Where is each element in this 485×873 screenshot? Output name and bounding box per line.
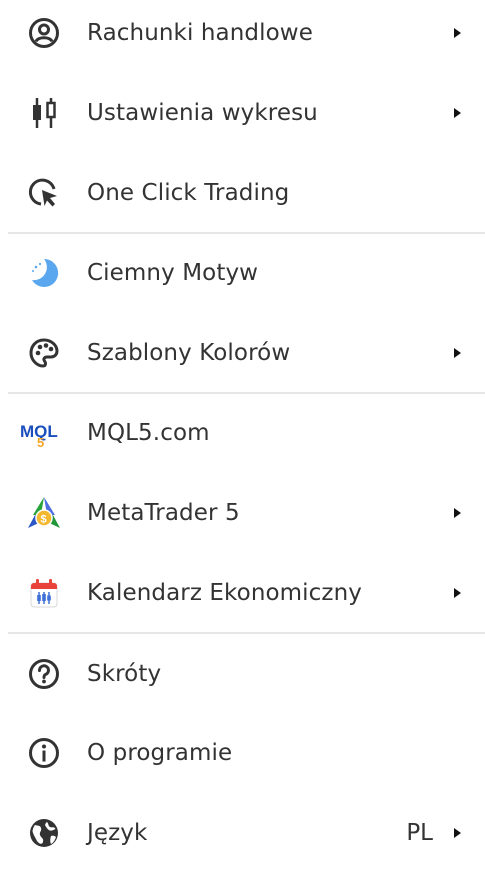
menu-item-label: MetaTrader 5 <box>87 500 240 526</box>
chevron-right-icon <box>454 348 461 358</box>
calendar-icon <box>24 573 64 613</box>
menu-item-economic-calendar[interactable]: Kalendarz Ekonomiczny <box>0 553 485 633</box>
menu-item-label: Ciemny Motyw <box>87 260 259 286</box>
menu-item-label: O programie <box>87 740 233 766</box>
menu-item-label: MQL5.com <box>87 420 210 446</box>
menu-item-dark-theme[interactable]: Ciemny Motyw <box>0 233 485 313</box>
menu-item-metatrader5[interactable]: $ MetaTrader 5 <box>0 473 485 553</box>
mql5-logo-icon: MQL 5 <box>20 413 70 453</box>
language-value: PL <box>406 820 433 846</box>
menu-item-label: Szablony Kolorów <box>87 340 291 366</box>
globe-icon <box>24 813 64 853</box>
chevron-right-icon <box>454 28 461 38</box>
menu-item-mql5[interactable]: MQL 5 MQL5.com <box>0 393 485 473</box>
menu-item-label: Ustawienia wykresu <box>87 100 318 126</box>
svg-text:5: 5 <box>37 435 44 448</box>
chevron-right-icon <box>454 828 461 838</box>
chevron-right-icon <box>454 588 461 598</box>
menu-item-shortcuts[interactable]: Skróty <box>0 634 485 714</box>
menu-item-color-templates[interactable]: Szablony Kolorów <box>0 313 485 393</box>
palette-icon <box>24 333 64 373</box>
moon-icon <box>24 253 64 293</box>
menu-item-label: Rachunki handlowe <box>87 20 313 46</box>
chevron-right-icon <box>454 108 461 118</box>
chevron-right-icon <box>454 508 461 518</box>
info-icon <box>24 733 64 773</box>
menu-item-label: One Click Trading <box>87 180 290 206</box>
menu-item-label: Skróty <box>87 661 162 687</box>
svg-text:$: $ <box>41 514 47 526</box>
candlestick-chart-icon <box>24 93 64 133</box>
question-icon <box>24 654 64 694</box>
menu-item-one-click-trading[interactable]: One Click Trading <box>0 153 485 233</box>
account-icon <box>24 13 64 53</box>
menu-item-chart-settings[interactable]: Ustawienia wykresu <box>0 73 485 153</box>
menu-item-label: Język <box>87 820 148 846</box>
one-click-cursor-icon <box>24 173 64 213</box>
menu-item-language[interactable]: Język PL <box>0 793 485 873</box>
metatrader5-logo-icon: $ <box>24 493 64 533</box>
menu-item-label: Kalendarz Ekonomiczny <box>87 580 362 606</box>
menu-item-trading-accounts[interactable]: Rachunki handlowe <box>0 0 485 73</box>
settings-menu: Rachunki handlowe Ustawienia wykresu One… <box>0 0 485 861</box>
menu-item-about[interactable]: O programie <box>0 713 485 793</box>
